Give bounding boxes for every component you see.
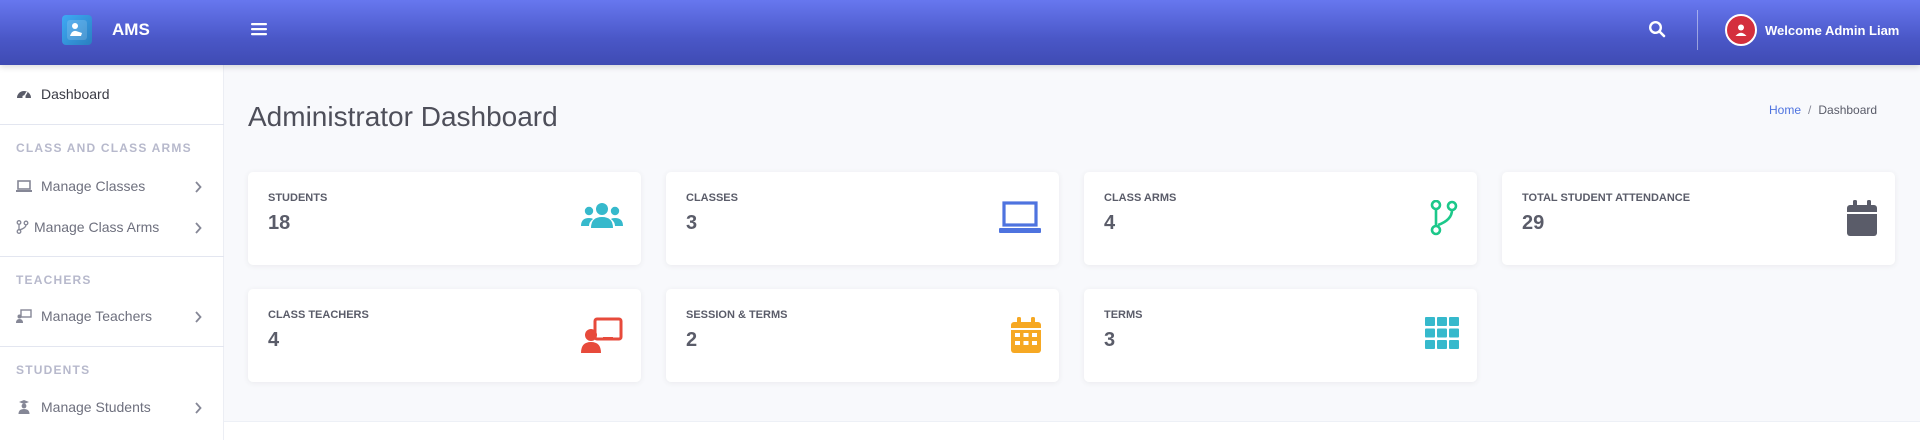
- card-label: TERMS: [1104, 309, 1143, 321]
- laptop-icon: [16, 179, 32, 193]
- chalkboard-teacher-icon: [16, 309, 32, 323]
- stat-card-students: STUDENTS 18: [248, 172, 641, 265]
- card-label: SESSION & TERMS: [686, 309, 788, 321]
- sidebar-toggle-icon[interactable]: [250, 20, 270, 40]
- sidebar-heading-students: STUDENTS: [16, 363, 91, 377]
- topbar-divider: [1697, 10, 1698, 50]
- stat-card-sessions: SESSION & TERMS 2: [666, 289, 1059, 382]
- sidebar-heading-teachers: TEACHERS: [16, 273, 92, 287]
- sidebar-item-label: Manage Teachers: [41, 308, 153, 324]
- stat-card-classes: CLASSES 3: [666, 172, 1059, 265]
- stat-card-attendance: TOTAL STUDENT ATTENDANCE 29: [1502, 172, 1895, 265]
- breadcrumb-separator: /: [1808, 103, 1812, 117]
- tachometer-icon: [16, 87, 32, 101]
- card-value: 29: [1522, 212, 1545, 234]
- calendar-alt-icon: [1011, 317, 1053, 353]
- stat-card-class-teachers: CLASS TEACHERS 4: [248, 289, 641, 382]
- breadcrumb: Home / Dashboard: [1769, 103, 1877, 117]
- chevron-right-icon: [194, 401, 204, 414]
- users-icon: [581, 200, 623, 236]
- card-label: CLASS TEACHERS: [268, 309, 369, 321]
- card-label: TOTAL STUDENT ATTENDANCE: [1522, 192, 1691, 204]
- chevron-right-icon: [194, 221, 204, 234]
- card-value: 4: [268, 329, 280, 351]
- laptop-icon: [999, 200, 1041, 236]
- sidebar-heading-class: CLASS AND CLASS ARMS: [16, 141, 192, 155]
- sidebar-item-label: Dashboard: [41, 86, 110, 102]
- top-navbar: AMS Welcome Admin Liam: [0, 0, 1920, 65]
- user-graduate-icon: [16, 400, 32, 414]
- card-label: CLASS ARMS: [1104, 192, 1177, 204]
- chevron-right-icon: [194, 310, 204, 323]
- breadcrumb-home-link[interactable]: Home: [1769, 103, 1801, 117]
- chalkboard-teacher-icon: [581, 317, 623, 353]
- app-logo-icon: [62, 15, 92, 45]
- chevron-right-icon: [194, 180, 204, 193]
- card-value: 3: [686, 212, 698, 234]
- card-value: 4: [1104, 212, 1116, 234]
- brand[interactable]: AMS: [62, 15, 150, 45]
- calendar-icon: [1847, 200, 1889, 236]
- user-avatar-icon: [1725, 14, 1757, 46]
- th-icon: [1425, 317, 1467, 353]
- page-title: Administrator Dashboard: [248, 101, 558, 132]
- sidebar-item-label: Manage Classes: [41, 178, 146, 194]
- breadcrumb-current: Dashboard: [1818, 103, 1878, 117]
- sidebar-divider: [0, 124, 224, 125]
- card-label: STUDENTS: [268, 192, 328, 204]
- code-branch-icon: [1429, 199, 1471, 236]
- user-dropdown[interactable]: Welcome Admin Liam: [1725, 14, 1899, 46]
- sidebar-item-manage-teachers[interactable]: Manage Teachers: [0, 299, 224, 333]
- sidebar-divider: [0, 256, 224, 257]
- stat-card-terms: TERMS 3: [1084, 289, 1477, 382]
- code-branch-icon: [16, 220, 32, 234]
- content-footer: [224, 421, 1920, 440]
- card-value: 18: [268, 212, 291, 234]
- welcome-text: Welcome Admin Liam: [1765, 22, 1900, 38]
- sidebar-item-manage-students[interactable]: Manage Students: [0, 390, 224, 424]
- app-name: AMS: [112, 20, 150, 39]
- sidebar-item-label: Manage Students: [41, 399, 151, 415]
- sidebar-item-manage-class-arms[interactable]: Manage Class Arms: [0, 210, 224, 244]
- sidebar-item-manage-classes[interactable]: Manage Classes: [0, 169, 224, 203]
- card-label: CLASSES: [686, 192, 738, 204]
- sidebar-item-dashboard[interactable]: Dashboard: [0, 77, 224, 111]
- sidebar-item-label: Manage Class Arms: [34, 219, 160, 235]
- card-value: 2: [686, 329, 698, 351]
- sidebar-divider: [0, 346, 224, 347]
- stat-card-class-arms: CLASS ARMS 4: [1084, 172, 1477, 265]
- search-icon[interactable]: [1648, 20, 1670, 42]
- card-value: 3: [1104, 329, 1116, 351]
- sidebar: Dashboard CLASS AND CLASS ARMS Manage Cl…: [0, 65, 224, 440]
